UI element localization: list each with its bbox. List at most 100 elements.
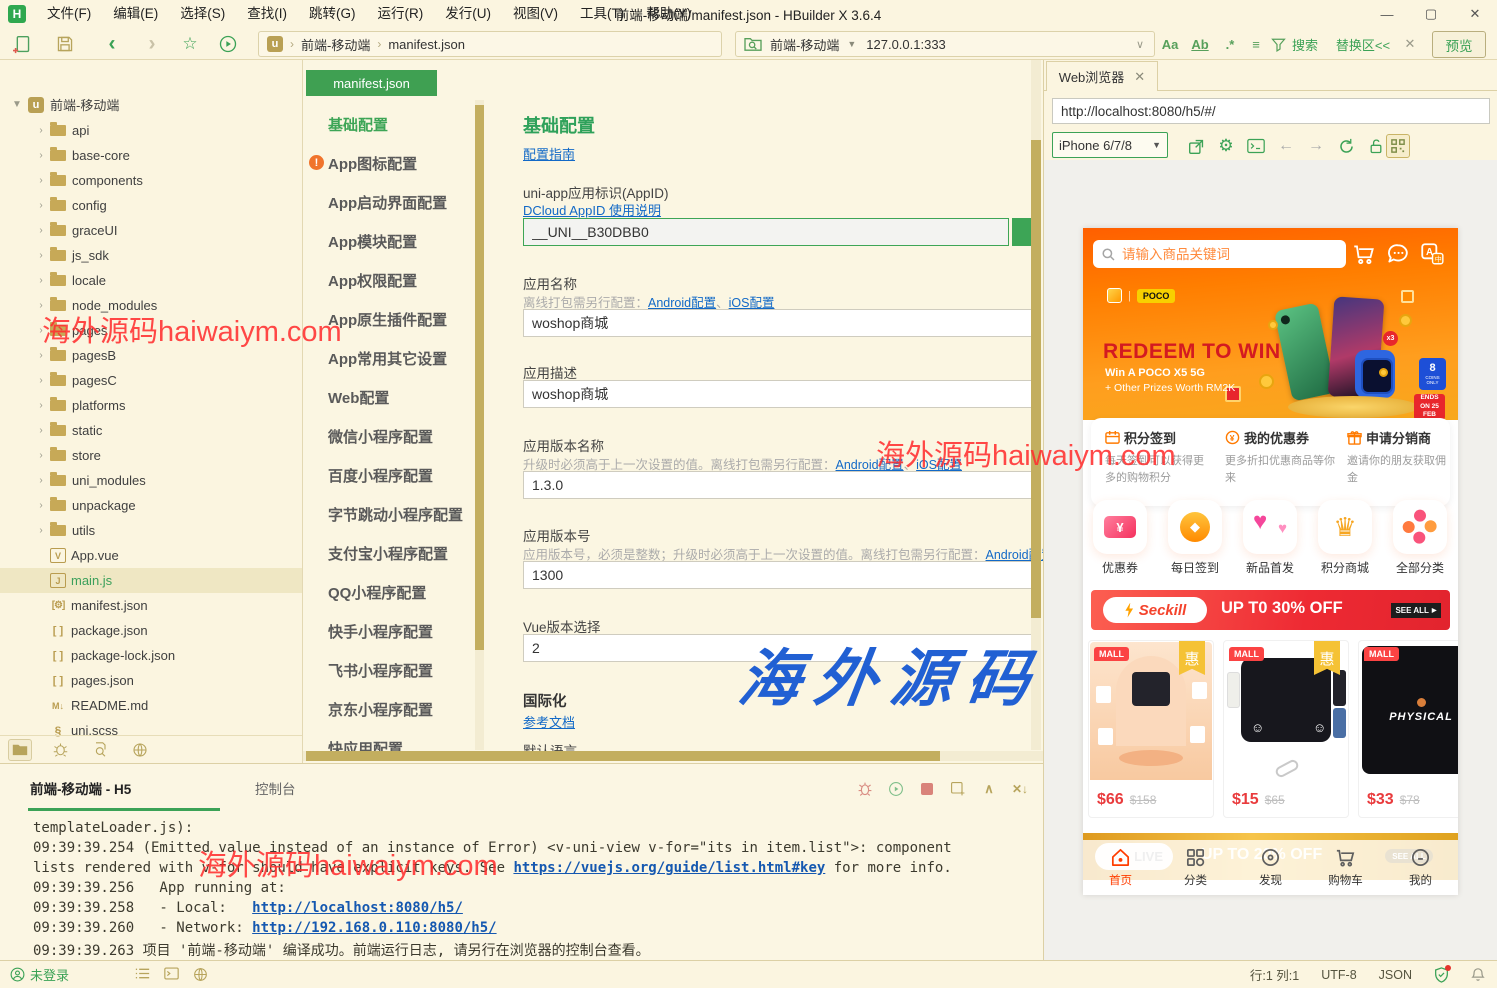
seckill-see-all-button[interactable]: SEE ALL	[1391, 603, 1441, 618]
folder-name[interactable]: node_modules	[72, 298, 157, 313]
menu-item[interactable]: 文件(F)	[36, 0, 102, 28]
chevron-collapsed-icon[interactable]: ›	[34, 450, 48, 461]
file-name[interactable]: pages.json	[71, 673, 134, 688]
tree-folder-row[interactable]: › locale	[0, 268, 302, 293]
dropdown-arrow-icon[interactable]: ▼	[847, 39, 856, 49]
device-selector-value[interactable]: iPhone 6/7/8	[1059, 138, 1132, 153]
chevron-collapsed-icon[interactable]: ›	[34, 275, 48, 286]
ios-config-link[interactable]: iOS配置	[916, 458, 962, 472]
nav-label[interactable]: 每日签到	[1168, 559, 1222, 576]
encoding-indicator[interactable]: UTF-8	[1321, 968, 1356, 982]
minimize-button[interactable]: —	[1365, 0, 1409, 28]
file-name[interactable]: package-lock.json	[71, 648, 175, 663]
nav-label[interactable]: 新品首发	[1243, 559, 1297, 576]
menu-item[interactable]: 编辑(E)	[102, 0, 169, 28]
config-section-label[interactable]: App常用其它设置	[328, 348, 447, 369]
folder-name[interactable]: pagesC	[72, 373, 117, 388]
terminal-icon[interactable]	[1244, 134, 1268, 158]
device-selector[interactable]: iPhone 6/7/8 ▼	[1052, 132, 1168, 158]
menu-item[interactable]: 选择(S)	[169, 0, 236, 28]
seckill-banner[interactable]: Seckill UP T0 30% OFF SEE ALL	[1091, 590, 1450, 630]
tree-folder-row[interactable]: › pagesB	[0, 343, 302, 368]
url-input[interactable]	[1052, 98, 1490, 124]
nav-label[interactable]: 优惠券	[1093, 559, 1147, 576]
menu-item[interactable]: 跳转(G)	[298, 0, 367, 28]
tree-folder-row[interactable]: › api	[0, 118, 302, 143]
tree-file-row[interactable]: main.js	[0, 568, 302, 593]
config-section-item[interactable]: Web配置	[303, 378, 475, 417]
chat-icon[interactable]	[1385, 241, 1411, 267]
back-button[interactable]: ‹	[100, 32, 124, 56]
open-external-icon[interactable]	[1184, 134, 1208, 158]
config-section-label[interactable]: 飞书小程序配置	[328, 660, 433, 681]
editor-tab-manifest[interactable]: manifest.json	[306, 70, 437, 96]
breadcrumb-project[interactable]: 前端-移动端	[301, 35, 370, 54]
config-section-item[interactable]: App权限配置	[303, 261, 475, 300]
close-tab-icon[interactable]: ✕	[1134, 69, 1145, 85]
config-section-item[interactable]: 京东小程序配置	[303, 690, 475, 729]
chevron-collapsed-icon[interactable]: ›	[34, 400, 48, 411]
config-section-item[interactable]: QQ小程序配置	[303, 573, 475, 612]
nav-label[interactable]: 积分商城	[1318, 559, 1372, 576]
chevron-collapsed-icon[interactable]: ›	[34, 475, 48, 486]
config-section-item[interactable]: App原生插件配置	[303, 300, 475, 339]
console-link[interactable]: http://localhost:8080/h5/	[252, 900, 463, 916]
config-section-item[interactable]: 基础配置	[303, 105, 475, 144]
explorer-tab-icon[interactable]	[8, 739, 32, 761]
config-section-label[interactable]: 百度小程序配置	[328, 465, 433, 486]
config-section-label[interactable]: QQ小程序配置	[328, 582, 426, 603]
folder-name[interactable]: components	[72, 173, 143, 188]
app-desc-input[interactable]	[523, 380, 1035, 408]
run-button[interactable]	[216, 32, 240, 56]
preview-button[interactable]: 预览	[1432, 31, 1486, 58]
config-guide-link[interactable]: 配置指南	[523, 144, 575, 163]
appid-doc-link[interactable]: DCloud AppID 使用说明	[523, 200, 661, 219]
tree-file-row[interactable]: manifest.json	[0, 593, 302, 618]
tab-home[interactable]: 首页	[1083, 840, 1158, 895]
config-section-item[interactable]: App启动界面配置	[303, 183, 475, 222]
menu-item[interactable]: 运行(R)	[367, 0, 435, 28]
tree-folder-row[interactable]: › js_sdk	[0, 243, 302, 268]
config-section-item[interactable]: App常用其它设置	[303, 339, 475, 378]
config-section-item[interactable]: 快手小程序配置	[303, 612, 475, 651]
bell-icon[interactable]	[1471, 967, 1485, 982]
browser-tab-label[interactable]: Web浏览器	[1059, 67, 1125, 86]
config-section-label[interactable]: App模块配置	[328, 231, 417, 252]
tree-root[interactable]: ▼ u 前端-移动端	[0, 92, 302, 117]
config-section-label[interactable]: 微信小程序配置	[328, 426, 433, 447]
config-section-item[interactable]: 字节跳动小程序配置	[303, 495, 475, 534]
android-config-link[interactable]: Android配置	[836, 458, 904, 472]
cart-icon[interactable]	[1351, 241, 1377, 267]
config-section-item[interactable]: 支付宝小程序配置	[303, 534, 475, 573]
config-section-item[interactable]: 百度小程序配置	[303, 456, 475, 495]
tree-folder-row[interactable]: › pagesC	[0, 368, 302, 393]
nav-label[interactable]: 全部分类	[1393, 559, 1447, 576]
nav-daily-signin[interactable]: ◆	[1168, 500, 1222, 554]
run-target-box[interactable]: 前端-移动端 ▼ 127.0.0.1:333 ∨	[735, 31, 1155, 57]
chevron-collapsed-icon[interactable]: ›	[34, 375, 48, 386]
tree-folder-row[interactable]: › pages	[0, 318, 302, 343]
tab-me[interactable]: 我的	[1383, 840, 1458, 895]
folder-name[interactable]: unpackage	[72, 498, 136, 513]
chevron-collapsed-icon[interactable]: ›	[34, 125, 48, 136]
config-section-label[interactable]: App图标配置	[328, 153, 417, 174]
file-name[interactable]: main.js	[71, 573, 112, 588]
product-card[interactable]: Shopee · ADLV MALL 惠 $66 $158	[1088, 640, 1214, 818]
config-section-item[interactable]: 飞书小程序配置	[303, 651, 475, 690]
globe-small-icon[interactable]	[193, 967, 208, 982]
file-name[interactable]: README.md	[71, 698, 148, 713]
form-scrollbar-thumb[interactable]	[1031, 140, 1041, 618]
search-input[interactable]	[1122, 247, 1322, 262]
file-name[interactable]: package.json	[71, 623, 148, 638]
unlock-icon[interactable]	[1364, 134, 1388, 158]
chevron-down-icon[interactable]: ∨	[1136, 38, 1144, 51]
globe-icon[interactable]	[128, 739, 152, 761]
close-search-icon[interactable]: ✕	[1398, 32, 1422, 56]
cursor-position[interactable]: 行:1 列:1	[1250, 965, 1299, 984]
product-card[interactable]: PHYSICAL MALL $33 $78	[1358, 640, 1458, 818]
folder-name[interactable]: uni_modules	[72, 473, 146, 488]
chevron-collapsed-icon[interactable]: ›	[34, 175, 48, 186]
nav-all-categories[interactable]	[1393, 500, 1447, 554]
tree-folder-row[interactable]: › node_modules	[0, 293, 302, 318]
config-section-item[interactable]: App模块配置	[303, 222, 475, 261]
